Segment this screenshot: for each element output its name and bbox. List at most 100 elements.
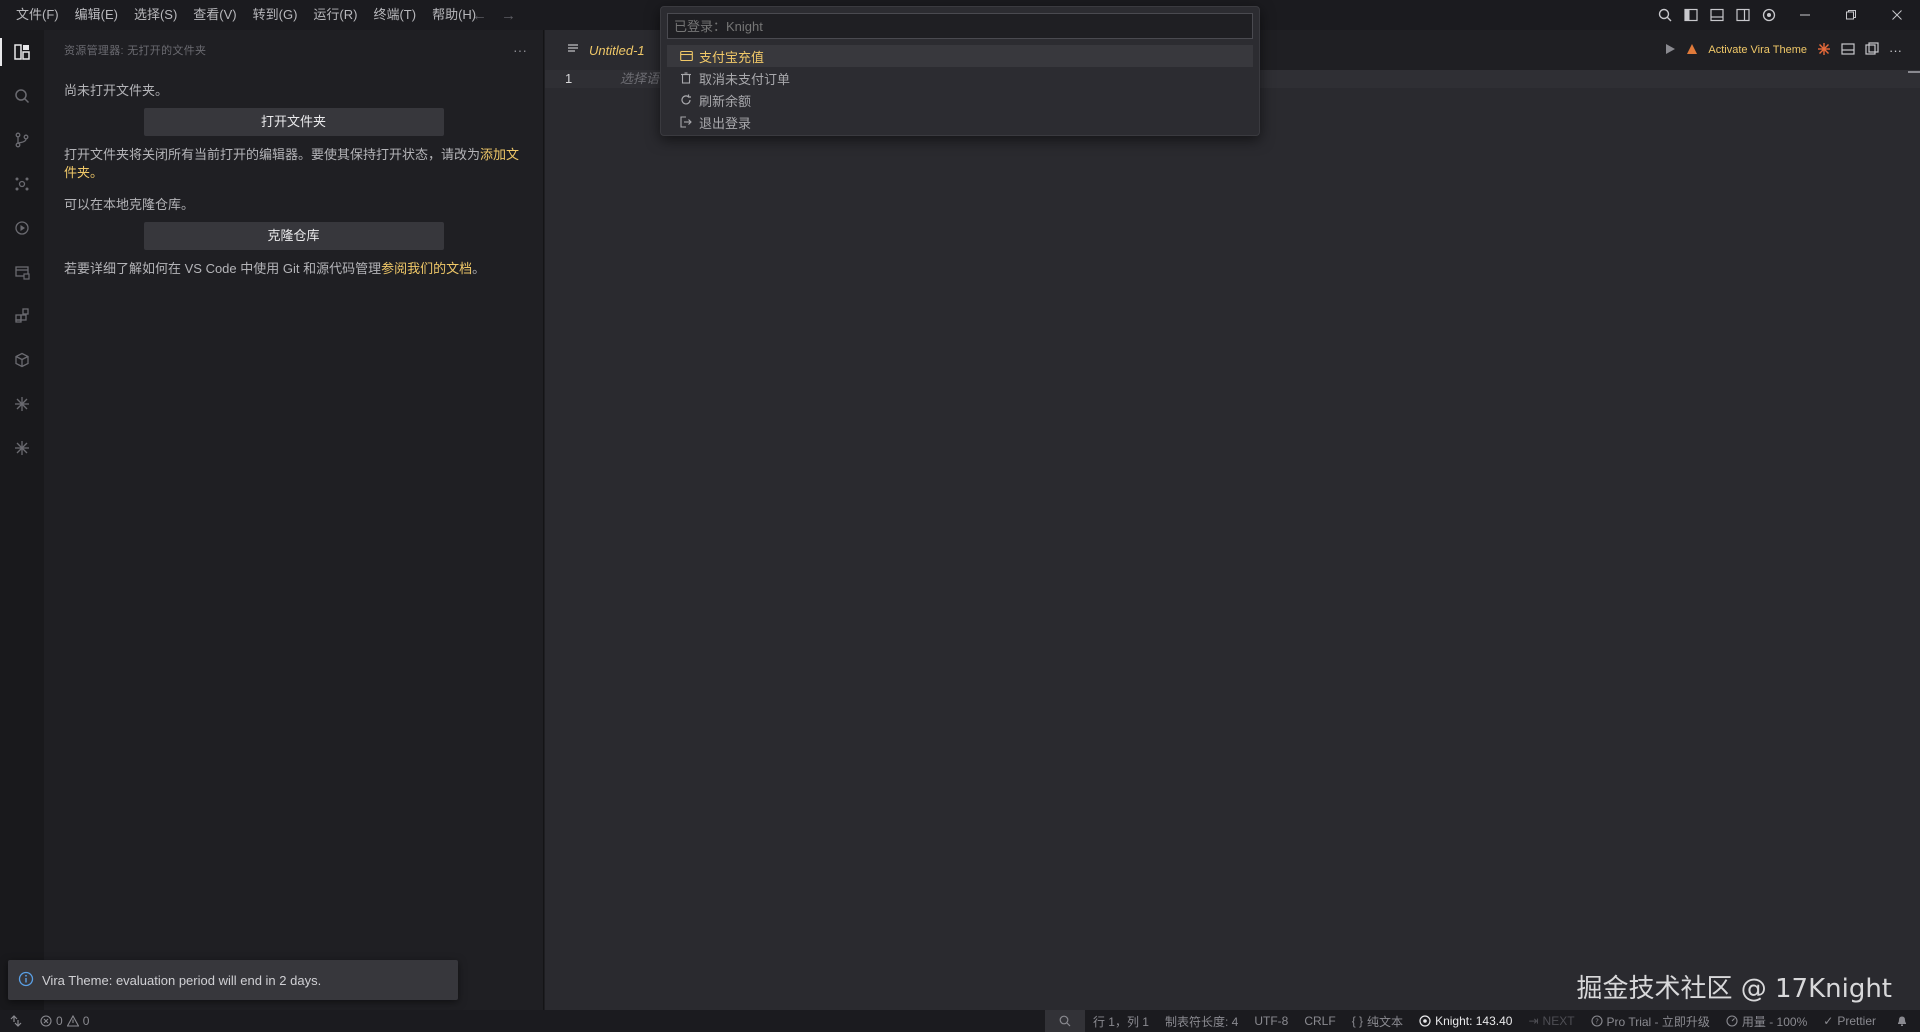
docs-text: 若要详细了解如何在 VS Code 中使用 Git 和源代码管理参阅我们的文档。 [64,260,523,278]
remote-indicator[interactable] [0,1010,32,1032]
notifications-bell-icon[interactable] [1884,1010,1920,1032]
check-double-icon: ✓ [1823,1014,1834,1028]
menu-bar: 文件(F) 编辑(E) 选择(S) 查看(V) 转到(G) 运行(R) 终端(T… [8,0,484,30]
run-icon[interactable] [1664,43,1676,58]
encoding[interactable]: UTF-8 [1246,1010,1296,1032]
quick-pick-item-sign-out[interactable]: 退出登录 [667,111,1253,133]
activate-vira-theme-button[interactable]: Activate Vira Theme [1708,44,1807,56]
clone-repository-button[interactable]: 克隆仓库 [143,222,444,250]
burst-secondary-icon[interactable] [0,426,44,470]
docs-message: 若要详细了解如何在 VS Code 中使用 Git 和源代码管理 [64,261,382,276]
add-folder-period: 。 [90,165,104,180]
quick-pick-item-alipay[interactable]: 支付宝充值 [667,45,1253,67]
warning-count: 0 [82,1014,90,1028]
toggle-primary-sidebar-icon[interactable] [1678,0,1704,30]
menu-selection[interactable]: 选择(S) [126,0,185,30]
toggle-secondary-sidebar-icon[interactable] [1730,0,1756,30]
docs-link[interactable]: 参阅我们的文档 [381,261,472,276]
zoom-search-indicator[interactable] [1044,1010,1085,1032]
usage-label: 用量 - 100% [1741,1014,1808,1029]
help-circle-icon: ? [1590,1015,1603,1027]
toggle-panel-icon[interactable] [1704,0,1730,30]
menu-view[interactable]: 查看(V) [185,0,244,30]
remote-icon [10,1015,22,1027]
explorer-sidebar: 资源管理器: 无打开的文件夹 ··· 尚未打开文件夹。 打开文件夹 打开文件夹将… [44,30,544,1010]
next-arrow-icon: ⇥ [1528,1014,1539,1028]
accounts-sync-icon[interactable] [1756,0,1782,30]
forward-arrow-icon[interactable]: → [501,7,516,24]
extensions-icon[interactable] [0,294,44,338]
next-indicator[interactable]: ⇥ NEXT [1520,1010,1582,1032]
tab-title: Untitled-1 [589,42,645,58]
extensions-hub-icon[interactable] [0,162,44,206]
menu-terminal[interactable]: 终端(T) [365,0,424,30]
refresh-icon [679,93,693,107]
editor-area: Untitled-1 Activate Vira Theme ··· 1 选择语 [545,30,1920,1010]
quick-pick-item-cancel-order[interactable]: 取消未支付订单 [667,67,1253,89]
tab-size[interactable]: 制表符长度: 4 [1157,1010,1246,1032]
quick-pick: 支付宝充值 取消未支付订单 刷新余额 退出登录 [660,6,1260,136]
sidebar-title: 资源管理器: 无打开的文件夹 [64,45,207,57]
search-icon[interactable] [1652,0,1678,30]
docs-period: 。 [472,261,486,276]
pro-trial-label: Pro Trial - 立即升级 [1606,1014,1710,1029]
line-number: 1 [565,71,573,86]
activity-bar [0,30,44,1010]
run-debug-icon[interactable] [0,206,44,250]
quick-pick-item-label: 取消未支付订单 [699,71,791,87]
braces-icon: { } [1351,1014,1364,1028]
close-icon[interactable] [1874,0,1920,30]
error-icon [40,1015,52,1027]
sidebar-body: 尚未打开文件夹。 打开文件夹 打开文件夹将关闭所有当前打开的编辑器。要使其保持打… [44,70,543,278]
editor-actions: Activate Vira Theme ··· [1664,30,1902,70]
burst-orange-icon[interactable] [1817,42,1831,59]
vira-icon[interactable] [1686,43,1698,58]
menu-edit[interactable]: 编辑(E) [67,0,126,30]
more-editor-actions-icon[interactable]: ··· [1889,43,1902,58]
title-bar-actions [1652,0,1920,30]
prettier-indicator[interactable]: ✓ Prettier [1815,1010,1884,1032]
no-folder-text: 尚未打开文件夹。 [64,83,169,98]
quick-pick-item-label: 刷新余额 [699,93,752,109]
search-view-icon[interactable] [0,74,44,118]
cursor-position[interactable]: 行 1，列 1 [1085,1010,1157,1032]
minimize-icon[interactable] [1782,0,1828,30]
quick-pick-input[interactable] [667,13,1253,39]
knight-balance[interactable]: Knight: 143.40 [1411,1010,1520,1032]
language-mode[interactable]: { } 纯文本 [1344,1010,1411,1032]
svg-text:?: ? [1595,1018,1599,1026]
menu-go[interactable]: 转到(G) [245,0,306,30]
watermark: 掘金技术社区 @ 17Knight [1576,974,1892,1004]
status-bar: 0 0 行 1，列 1 制表符长度: 4 UTF-8 CRLF { } 纯文本 … [0,1010,1920,1032]
status-bar-left: 0 0 [0,1010,97,1032]
remote-explorer-icon[interactable] [0,250,44,294]
info-icon [18,971,34,990]
menu-file[interactable]: 文件(F) [8,0,67,30]
close-editors-text: 打开文件夹将关闭所有当前打开的编辑器。要使其保持打开状态，请改为添加文件夹。 [64,146,523,182]
code-placeholder: 选择语 [620,71,660,86]
restore-icon[interactable] [1828,0,1874,30]
pro-trial-indicator[interactable]: ? Pro Trial - 立即升级 [1583,1010,1718,1032]
open-folder-button[interactable]: 打开文件夹 [143,108,444,136]
problems-indicator[interactable]: 0 0 [32,1010,97,1032]
package-icon[interactable] [0,338,44,382]
split-editor-icon[interactable] [1841,42,1855,59]
usage-indicator[interactable]: 用量 - 100% [1718,1010,1815,1032]
notification-message: Vira Theme: evaluation period will end i… [42,972,322,988]
wallet-icon [679,49,693,63]
more-actions-icon[interactable]: ··· [513,42,527,58]
explorer-icon[interactable] [0,30,44,74]
quick-pick-item-refresh-balance[interactable]: 刷新余额 [667,89,1253,111]
source-control-icon[interactable] [0,118,44,162]
end-of-line[interactable]: CRLF [1296,1010,1343,1032]
open-changes-icon[interactable] [1865,41,1879,59]
next-label: NEXT [1542,1014,1575,1028]
tab-untitled-1[interactable]: Untitled-1 [545,30,665,70]
burst-icon[interactable] [0,382,44,426]
text-file-icon [567,43,579,58]
back-arrow-icon[interactable]: ← [472,7,487,24]
menu-run[interactable]: 运行(R) [305,0,365,30]
clone-text: 可以在本地克隆仓库。 [64,197,195,212]
notification-toast[interactable]: Vira Theme: evaluation period will end i… [8,960,458,1000]
prettier-label: Prettier [1837,1014,1876,1028]
